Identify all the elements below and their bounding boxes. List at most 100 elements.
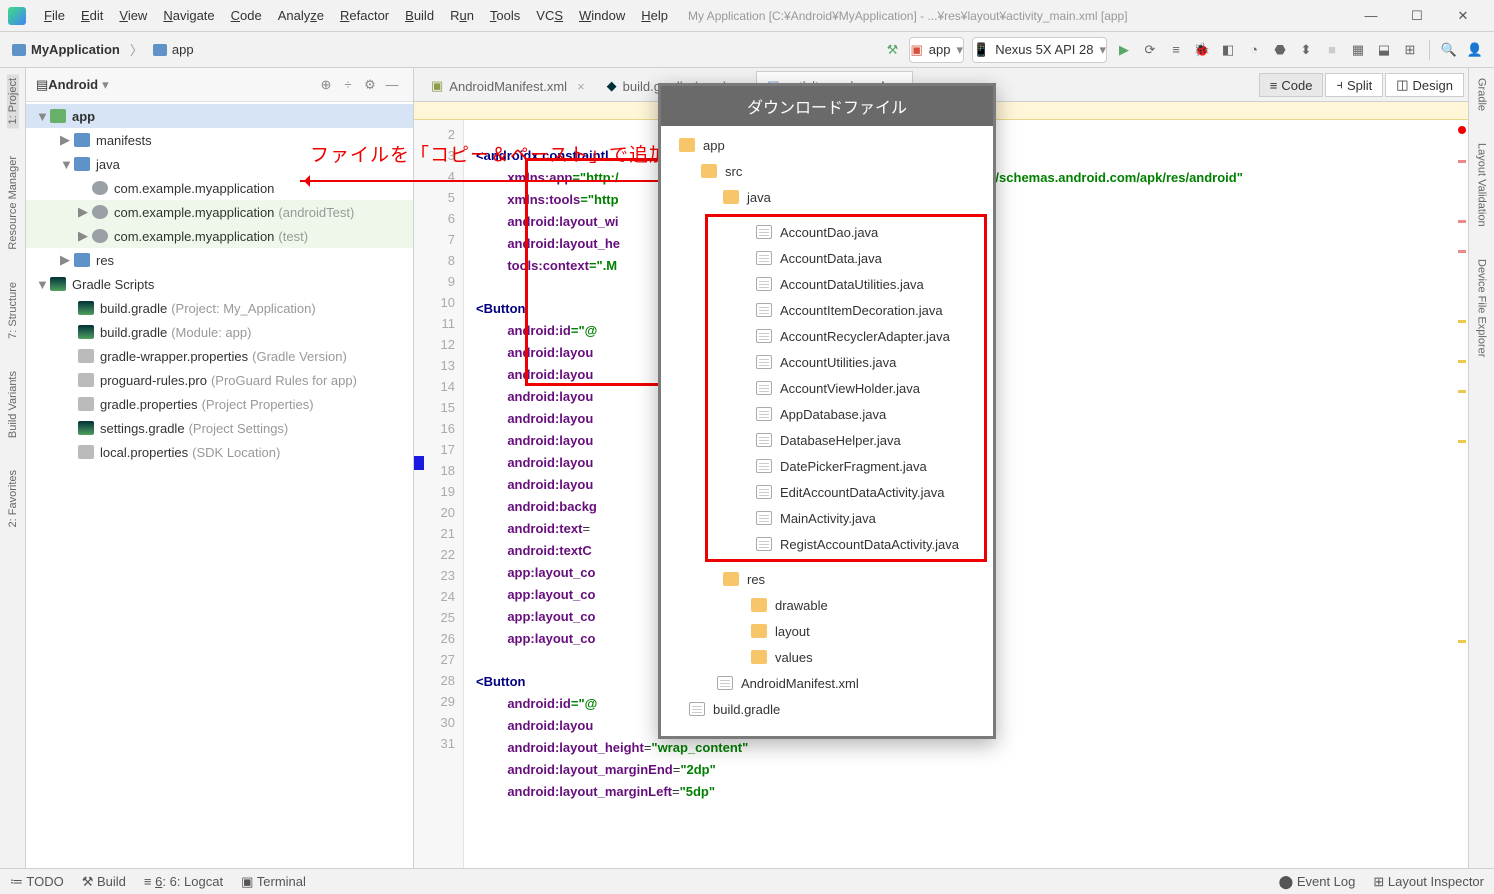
collapse-icon[interactable]: ÷ [337,77,359,92]
tree-local-properties[interactable]: local.properties(SDK Location) [26,440,413,464]
locate-icon[interactable]: ⊕ [315,77,337,93]
tool-layout-inspector[interactable]: ⊞ Layout Inspector [1373,874,1484,890]
popup-java[interactable]: java [661,184,993,210]
sdk-icon[interactable]: ⬓ [1371,37,1397,63]
tool-terminal[interactable]: ▣ Terminal [241,874,306,890]
color-swatch-icon [414,456,424,470]
breadcrumb-app[interactable]: app [147,40,200,59]
tool-resource-manager[interactable]: Resource Manager [7,152,19,254]
popup-java-file[interactable]: AccountViewHolder.java [708,375,984,401]
tree-pkg-test[interactable]: ▶com.example.myapplication(test) [26,224,413,248]
avd-icon[interactable]: ▦ [1345,37,1371,63]
tool-gradle[interactable]: Gradle [1476,74,1488,115]
menu-window[interactable]: Window [571,8,633,23]
stop-icon[interactable]: ■ [1319,37,1345,63]
tab-manifest[interactable]: ▣AndroidManifest.xml× [420,71,596,101]
profiler-icon[interactable]: ◔ [1241,37,1267,63]
tool-device-file-explorer[interactable]: Device File Explorer [1476,255,1488,361]
device-selector[interactable]: 📱Nexus 5X API 28▾ [972,37,1107,63]
tree-settings-gradle[interactable]: settings.gradle(Project Settings) [26,416,413,440]
popup-java-file[interactable]: AppDatabase.java [708,401,984,427]
attach-debugger-icon[interactable]: ⬣ [1267,37,1293,63]
popup-java-file[interactable]: AccountRecyclerAdapter.java [708,323,984,349]
maximize-button[interactable]: ☐ [1394,8,1440,24]
menu-vcs[interactable]: VCS [528,8,571,23]
menu-help[interactable]: Help [633,8,676,23]
menu-run[interactable]: Run [442,8,482,23]
tree-pkg-androidtest[interactable]: ▶com.example.myapplication(androidTest) [26,200,413,224]
run-config-selector[interactable]: ▣app▾ [909,37,964,63]
coverage-icon[interactable]: ◧ [1215,37,1241,63]
menu-navigate[interactable]: Navigate [155,8,222,23]
popup-java-file[interactable]: AccountDataUtilities.java [708,271,984,297]
popup-java-file[interactable]: DatabaseHelper.java [708,427,984,453]
search-icon[interactable]: 🔍 [1436,37,1462,63]
apply-code-icon[interactable]: ≡ [1163,37,1189,63]
apply-changes-icon[interactable]: ⟳ [1137,37,1163,63]
hammer-icon[interactable]: ⚒ [879,37,905,63]
line-gutter: 2345678910111213141516171819202122232425… [414,120,464,868]
tool-logcat[interactable]: ≡ 6: 6: Logcat [144,874,223,889]
tool-project[interactable]: 1: Project [7,74,19,128]
gear-icon[interactable]: ⚙ [359,77,381,93]
popup-java-file[interactable]: AccountData.java [708,245,984,271]
avatar-icon[interactable]: 👤 [1462,37,1488,63]
popup-java-file[interactable]: MainActivity.java [708,505,984,531]
popup-java-file[interactable]: EditAccountDataActivity.java [708,479,984,505]
popup-build-gradle[interactable]: build.gradle [661,696,993,722]
menu-view[interactable]: View [111,8,155,23]
annotation-arrow [300,180,660,182]
popup-title: ダウンロードファイル [661,86,993,126]
popup-values[interactable]: values [661,644,993,670]
run-icon[interactable]: ▶ [1111,37,1137,63]
tool-structure[interactable]: 7: Structure [7,278,19,343]
android-studio-logo [8,7,26,25]
tool-event-log[interactable]: ⬤ Event Log [1279,874,1356,890]
debug-icon[interactable]: 🐞 [1189,37,1215,63]
tree-gradle-properties[interactable]: gradle.properties(Project Properties) [26,392,413,416]
popup-java-file[interactable]: AccountUtilities.java [708,349,984,375]
popup-java-file[interactable]: RegistAccountDataActivity.java [708,531,984,557]
popup-drawable[interactable]: drawable [661,592,993,618]
breadcrumb-root[interactable]: MyApplication [6,40,126,59]
minimize-button[interactable]: — [1348,8,1394,23]
popup-java-file[interactable]: AccountDao.java [708,219,984,245]
menu-tools[interactable]: Tools [482,8,528,23]
menu-code[interactable]: Code [223,8,270,23]
popup-app[interactable]: app [661,132,993,158]
menu-edit[interactable]: Edit [73,8,111,23]
tool-build-variants[interactable]: Build Variants [7,367,19,442]
popup-manifest[interactable]: AndroidManifest.xml [661,670,993,696]
tool-todo[interactable]: ≔ TODO [10,874,64,890]
tool-build[interactable]: ⚒ Build [82,874,126,890]
menu-build[interactable]: Build [397,8,442,23]
window-title: My Application [C:¥Android¥MyApplication… [688,9,1348,23]
chevron-icon: 〉 [126,40,147,59]
tree-build-gradle-project[interactable]: build.gradle(Project: My_Application) [26,296,413,320]
tree-app[interactable]: ▼app [26,104,413,128]
menu-refactor[interactable]: Refactor [332,8,397,23]
resource-mgr-icon[interactable]: ⊞ [1397,37,1423,63]
tree-gradle-scripts[interactable]: ▼Gradle Scripts [26,272,413,296]
tool-layout-validation[interactable]: Layout Validation [1476,139,1488,231]
tree-build-gradle-module[interactable]: build.gradle(Module: app) [26,320,413,344]
close-button[interactable]: ✕ [1440,8,1486,24]
view-code-button[interactable]: ≡ Code [1259,73,1324,97]
view-split-button[interactable]: ⫞ Split [1325,73,1383,97]
tool-favorites[interactable]: 2: Favorites [7,466,19,531]
view-design-button[interactable]: ◫ Design [1385,73,1464,97]
popup-layout[interactable]: layout [661,618,993,644]
popup-src[interactable]: src [661,158,993,184]
sync-icon[interactable]: ⬍ [1293,37,1319,63]
project-view-selector[interactable]: Android [48,77,98,92]
popup-java-file[interactable]: AccountItemDecoration.java [708,297,984,323]
menu-file[interactable]: FFileile [36,8,73,23]
menu-analyze[interactable]: Analyze [270,8,332,23]
popup-java-file[interactable]: DatePickerFragment.java [708,453,984,479]
tree-proguard[interactable]: proguard-rules.pro(ProGuard Rules for ap… [26,368,413,392]
download-file-popup: ダウンロードファイル app src java AccountDao.javaA… [658,83,996,739]
tree-res[interactable]: ▶res [26,248,413,272]
popup-res[interactable]: res [661,566,993,592]
tree-gradle-wrapper[interactable]: gradle-wrapper.properties(Gradle Version… [26,344,413,368]
hide-icon[interactable]: — [381,77,403,92]
